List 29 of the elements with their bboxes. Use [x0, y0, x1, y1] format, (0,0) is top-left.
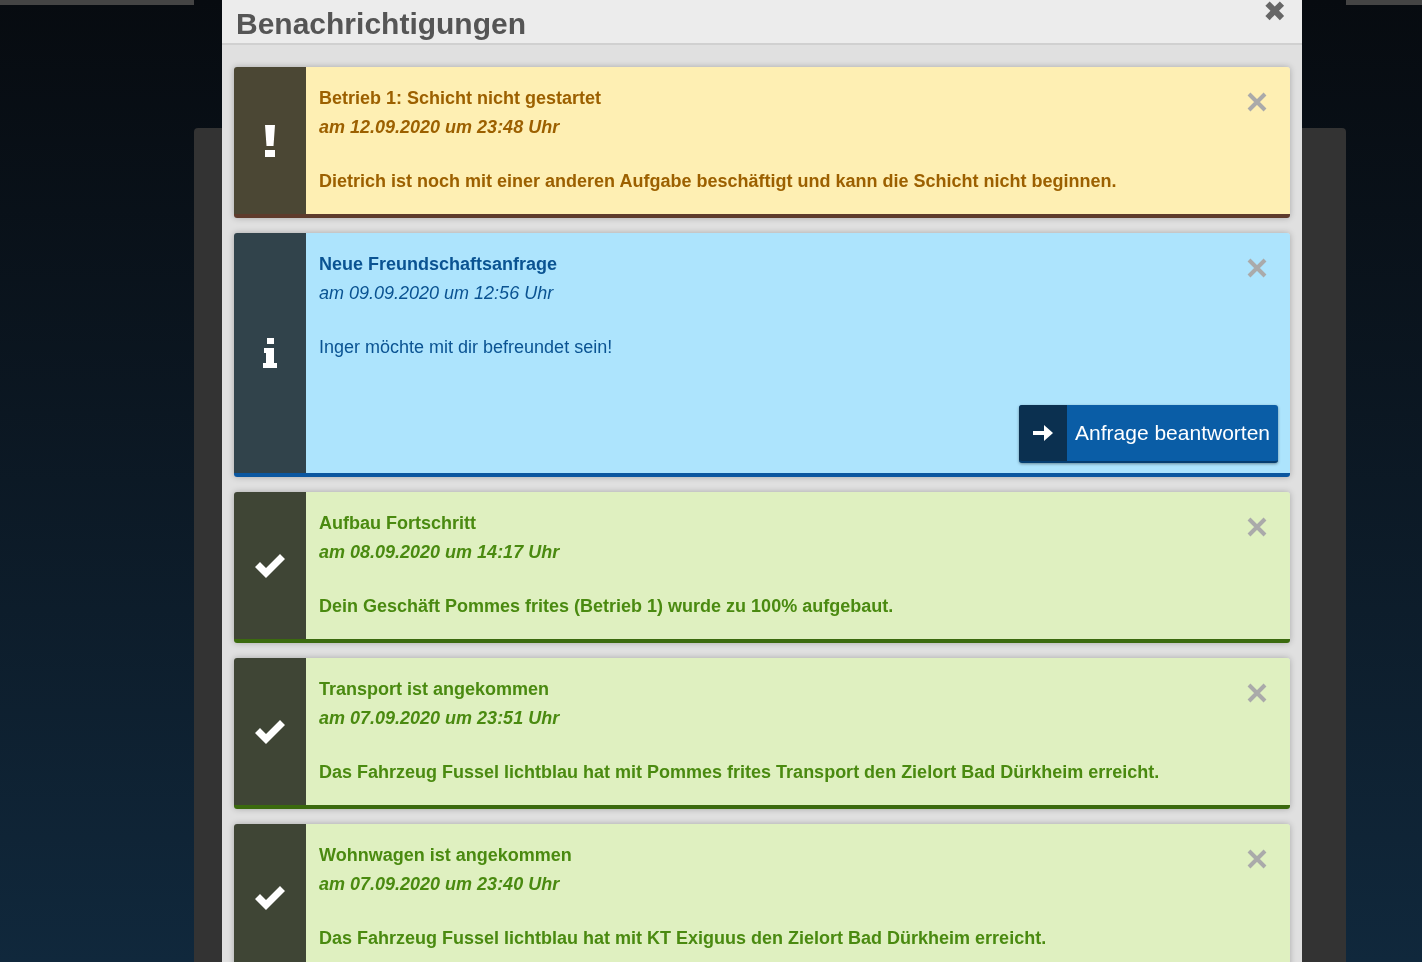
notification-title: Aufbau Fortschritt	[319, 512, 476, 535]
arrow-right-icon	[1033, 424, 1054, 442]
checkmark-icon	[253, 718, 287, 745]
checkmark-icon	[253, 552, 287, 579]
info-icon	[263, 338, 277, 368]
checkmark-icon	[253, 884, 287, 911]
notification-date: am 08.09.2020 um 14:17 Uhr	[319, 541, 560, 564]
exclamation-icon	[264, 124, 276, 157]
notification-message: Dein Geschäft Pommes frites (Betrieb 1) wurde zu 100% aufgebaut.	[319, 595, 895, 618]
notification-message: Dietrich ist noch mit einer anderen Aufgabe beschäftigt und kann die Schicht nicht beginnen.	[319, 170, 1118, 193]
notification-date: am 07.09.2020 um 23:40 Uhr	[319, 873, 560, 896]
notification-date: am 09.09.2020 um 12:56 Uhr	[319, 282, 554, 305]
notification-message: Das Fahrzeug Fussel lichtblau hat mit Pommes frites Transport den Zielort Bad Dürkheim erreicht.	[319, 761, 1161, 784]
notification-message: Inger möchte mit dir befreundet sein!	[319, 336, 614, 359]
dismiss-icon[interactable]	[1246, 91, 1268, 113]
answer-request-button[interactable]: Anfrage beantworten	[1019, 405, 1278, 463]
notification-title: Betrieb 1: Schicht nicht gestartet	[319, 87, 602, 110]
notification-title: Wohnwagen ist angekommen	[319, 844, 572, 867]
dismiss-icon[interactable]	[1246, 848, 1268, 870]
dismiss-icon[interactable]	[1246, 257, 1268, 279]
dismiss-icon[interactable]	[1246, 516, 1268, 538]
notification-date: am 07.09.2020 um 23:51 Uhr	[319, 707, 560, 730]
close-button[interactable]: ✖	[1263, 0, 1286, 28]
notification-title: Neue Freundschaftsanfrage	[319, 253, 558, 276]
dismiss-icon[interactable]	[1246, 682, 1268, 704]
notification-date: am 12.09.2020 um 23:48 Uhr	[319, 116, 560, 139]
notification-title: Transport ist angekommen	[319, 678, 550, 701]
dialog-title: Benachrichtigungen	[236, 6, 527, 42]
notification-message: Das Fahrzeug Fussel lichtblau hat mit KT Exiguus den Zielort Bad Dürkheim erreicht.	[319, 927, 1048, 950]
